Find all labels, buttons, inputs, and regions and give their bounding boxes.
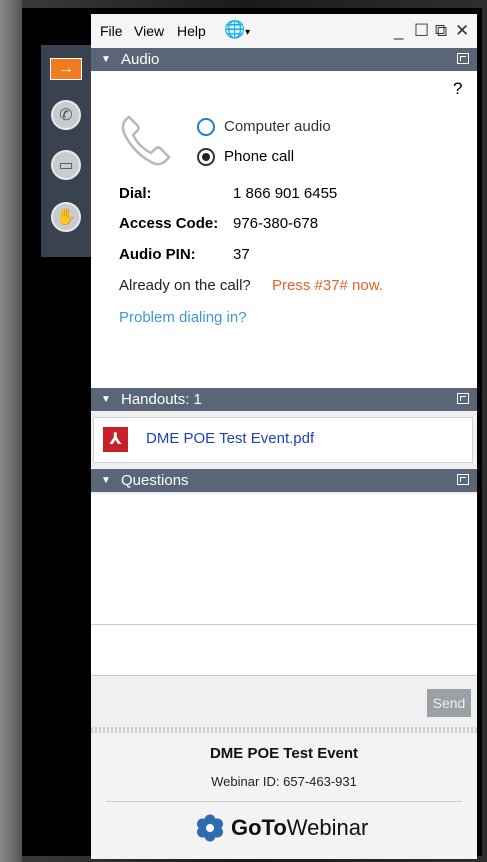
globe-icon[interactable]: 🌐▾ <box>224 20 250 40</box>
footer: DME POE Test Event Webinar ID: 657-463-9… <box>91 733 477 859</box>
brand-webinar: Webinar <box>286 815 369 840</box>
already-on-call-text: Already on the call? <box>119 277 251 294</box>
control-panel: File View Help 🌐▾ _ ☐ ⧉ ✕ ▼ Audio ? Comp… <box>91 14 477 859</box>
handouts-header[interactable]: ▼ Handouts: 1 <box>91 388 477 411</box>
window-icon: ▭ <box>51 150 81 180</box>
menu-help[interactable]: Help <box>177 23 206 39</box>
access-code-label: Access Code: <box>119 215 219 232</box>
radio-phone-call[interactable] <box>197 148 215 166</box>
phone-handset-icon <box>121 115 171 166</box>
popout-icon[interactable] <box>457 53 469 64</box>
sidebar-raise-hand-button[interactable]: ✋ <box>46 197 86 237</box>
computer-audio-label[interactable]: Computer audio <box>224 118 331 135</box>
minimize-button[interactable]: _ <box>394 21 403 41</box>
question-input[interactable] <box>91 624 477 676</box>
popout-icon[interactable] <box>457 393 469 404</box>
menu-bar: File View Help 🌐▾ _ ☐ ⧉ ✕ <box>91 14 477 48</box>
brand-goto: GoTo <box>231 815 287 840</box>
menu-view[interactable]: View <box>134 23 164 39</box>
gotowebinar-flower-icon <box>197 814 223 842</box>
gotowebinar-logo: GoTo Webinar <box>195 813 368 843</box>
collapse-triangle-icon: ▼ <box>101 54 111 65</box>
questions-title: Questions <box>121 472 189 489</box>
footer-divider <box>106 801 462 802</box>
phone-call-label[interactable]: Phone call <box>224 148 294 165</box>
menu-file[interactable]: File <box>100 23 123 39</box>
audio-title: Audio <box>121 51 160 68</box>
questions-log <box>91 494 477 624</box>
phone-icon: ✆ <box>51 100 81 130</box>
hand-icon: ✋ <box>51 202 81 232</box>
event-title: DME POE Test Event <box>209 745 359 762</box>
dial-value: 1 866 901 6455 <box>233 185 338 202</box>
radio-computer-audio[interactable] <box>197 118 215 136</box>
questions-header[interactable]: ▼ Questions <box>91 469 477 492</box>
sidebar-audio-button[interactable]: ✆ <box>46 95 86 135</box>
audio-pin-value: 37 <box>233 246 250 263</box>
webinar-id: Webinar ID: 657-463-931 <box>211 774 357 789</box>
handout-item[interactable]: ⅄ DME POE Test Event.pdf <box>93 417 473 463</box>
sidebar-screen-button[interactable]: ▭ <box>46 145 86 185</box>
restore-button[interactable]: ⧉ <box>435 21 447 41</box>
sidebar-collapse-button[interactable]: → <box>46 49 86 89</box>
sidebar: → ✆ ▭ ✋ <box>41 45 91 257</box>
handouts-title: Handouts: 1 <box>121 391 202 408</box>
press-code-text: Press #37# now. <box>272 277 383 294</box>
collapse-triangle-icon: ▼ <box>101 475 111 486</box>
dial-label: Dial: <box>119 185 152 202</box>
collapse-triangle-icon: ▼ <box>101 394 111 405</box>
maximize-button[interactable]: ☐ <box>414 21 429 41</box>
arrow-right-icon: → <box>50 58 82 80</box>
handout-file-link[interactable]: DME POE Test Event.pdf <box>146 430 314 447</box>
access-code-value: 976-380-678 <box>233 215 319 232</box>
problem-dialing-link[interactable]: Problem dialing in? <box>119 309 247 326</box>
audio-pin-label: Audio PIN: <box>119 246 196 263</box>
background-left <box>0 0 22 862</box>
audio-section: ? Computer audio Phone call Dial: 1 866 … <box>91 71 477 401</box>
audio-header[interactable]: ▼ Audio <box>91 48 477 71</box>
help-icon[interactable]: ? <box>453 79 462 99</box>
pdf-icon: ⅄ <box>103 427 128 452</box>
send-button[interactable]: Send <box>427 689 471 717</box>
close-button[interactable]: ✕ <box>455 21 469 41</box>
popout-icon[interactable] <box>457 474 469 485</box>
